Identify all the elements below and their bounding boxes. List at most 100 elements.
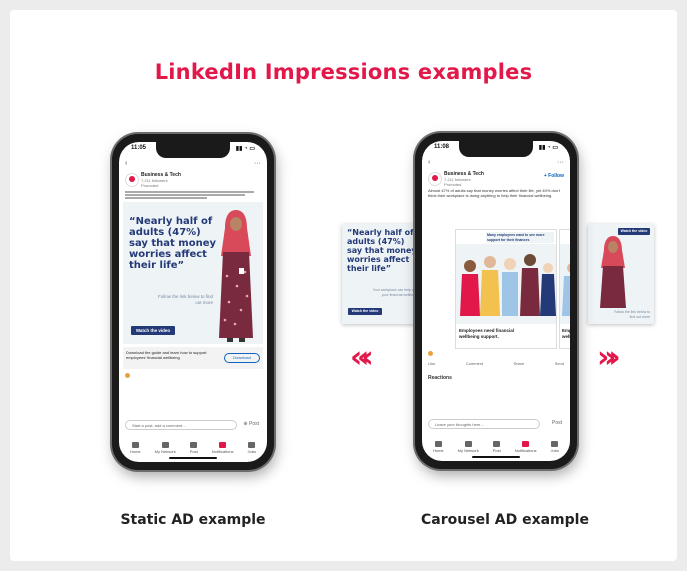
reaction-icon — [125, 373, 130, 378]
bell-icon — [522, 441, 530, 447]
download-button[interactable]: Download — [224, 353, 260, 363]
status-time: 11:08 — [434, 144, 450, 150]
phone-notch — [459, 141, 533, 157]
home-indicator — [472, 456, 520, 458]
post-body-placeholder — [125, 190, 261, 200]
left-card-quote: “Nearly half of adults (47%) say that mo… — [347, 228, 417, 273]
more-options-icon[interactable]: ··· — [557, 159, 564, 166]
nav-notifications-label: Notifications — [211, 449, 234, 454]
post-header: Business & Tech 7,211 followers Promoted… — [428, 171, 564, 187]
briefcase-icon — [551, 441, 559, 447]
chevron-left-glyph: « — [350, 340, 370, 375]
card-banner: Many employees want to see more support … — [486, 232, 554, 243]
home-indicator — [169, 457, 217, 459]
post-send-button[interactable]: Post — [552, 420, 562, 426]
ad-footer[interactable]: Download the guide and learn how to supp… — [123, 347, 263, 369]
nav-post-label: Post — [492, 448, 501, 453]
watch-video-button[interactable]: Watch the video — [131, 326, 175, 335]
right-card-subtitle: Follow the link below to find out more — [613, 310, 650, 319]
nav-post[interactable]: Post — [190, 442, 198, 454]
post-icon — [190, 442, 198, 448]
home-icon — [434, 441, 442, 447]
nav-network[interactable]: My Network — [458, 441, 479, 453]
network-icon — [161, 442, 169, 448]
carousel-card-2[interactable]: Employ- ee wellbe- — [559, 229, 570, 349]
status-time: 11:05 — [131, 145, 147, 151]
chevron-right-glyph-2: › — [608, 340, 621, 375]
nav-network-label: My Network — [154, 449, 176, 454]
follow-button[interactable]: + Follow — [544, 173, 564, 179]
carousel-card-right[interactable]: Watch the video Follow the link below to… — [588, 224, 654, 324]
carousel-card-left[interactable]: “Nearly half of adults (47%) say that mo… — [342, 224, 422, 324]
card-1-caption: Employees need financial wellbeing suppo… — [459, 328, 515, 339]
back-arrow-icon[interactable]: ‹ — [428, 159, 430, 166]
nav-jobs[interactable]: Jobs — [551, 441, 559, 453]
post-top-bar: ‹ ··· — [125, 160, 261, 167]
woman-hijab-illustration-small — [600, 236, 626, 308]
nav-jobs-label: Jobs — [550, 448, 559, 453]
comment-button[interactable]: Comment — [466, 361, 483, 366]
post-actions: Like Comment Share Send — [428, 361, 564, 366]
ad-quote: “Nearly half of adults (47%) say that mo… — [129, 216, 217, 271]
post-send-icon[interactable]: ⊕ Post — [243, 421, 259, 427]
chevron-left-icon[interactable]: «‹ — [350, 340, 375, 375]
nav-network[interactable]: My Network — [155, 442, 176, 454]
static-ad-caption: Static AD example — [120, 512, 266, 528]
like-button[interactable]: Like — [428, 361, 435, 366]
signal-battery-icon: ▮▮ ◔ ▭ — [235, 146, 255, 152]
left-card-subtitle: Your workplace can help with your financ… — [372, 288, 418, 297]
phone-notch — [156, 142, 230, 158]
static-ad-phone: 11:05 ▮▮ ◔ ▭ ‹ ··· Business & Tech 7,211… — [112, 134, 274, 470]
signal-battery-icon: ▮▮ ◔ ▭ — [538, 145, 558, 151]
network-icon — [464, 441, 472, 447]
nav-home-label: Home — [432, 448, 444, 453]
nav-network-label: My Network — [457, 448, 479, 453]
nav-notifications[interactable]: Notifications — [212, 442, 234, 454]
share-button[interactable]: Share — [514, 361, 525, 366]
nav-home[interactable]: Home — [130, 442, 141, 454]
post-icon — [493, 441, 501, 447]
chevron-right-icon[interactable]: »› — [597, 340, 622, 375]
more-options-icon[interactable]: ··· — [254, 160, 261, 167]
chevron-right-glyph: » — [597, 340, 617, 375]
nav-home[interactable]: Home — [433, 441, 444, 453]
carousel-card-1[interactable]: Many employees want to see more support … — [455, 229, 557, 349]
comment-input[interactable]: Start a post, add a comment… — [125, 420, 237, 430]
comment-input[interactable]: Leave your thoughts here… — [428, 419, 540, 429]
briefcase-icon — [248, 442, 256, 448]
reaction-icon — [428, 351, 433, 356]
nav-post[interactable]: Post — [493, 441, 501, 453]
bottom-nav: Home My Network Post Notifications Jobs — [123, 442, 263, 454]
card-2-caption: Employ- ee wellbe- — [562, 328, 570, 339]
phone-screen: 11:08 ▮▮ ◔ ▭ ‹ ··· Business & Tech 7,211… — [422, 141, 570, 461]
nav-jobs[interactable]: Jobs — [248, 442, 256, 454]
reactions-heading: Reactions — [428, 375, 452, 381]
nav-jobs-label: Jobs — [247, 449, 256, 454]
back-arrow-icon[interactable]: ‹ — [125, 160, 127, 167]
nav-notifications-label: Notifications — [514, 448, 537, 453]
company-logo[interactable] — [428, 172, 442, 186]
employee-illustration — [560, 244, 570, 324]
static-ad-creative[interactable]: “Nearly half of adults (47%) say that mo… — [123, 202, 263, 344]
post-body-text: Almost 47% of adults say that money worr… — [428, 188, 561, 198]
post-header: Business & Tech 7,211 followers Promoted — [125, 172, 261, 188]
company-logo[interactable] — [125, 173, 139, 187]
ad-quote-subtitle: Follow the link below to find out more — [157, 294, 213, 305]
bell-icon — [219, 442, 227, 448]
bottom-nav: Home My Network Post Notifications Jobs — [426, 441, 566, 453]
left-card-cta[interactable]: Watch the video — [348, 308, 382, 315]
nav-notifications[interactable]: Notifications — [515, 441, 537, 453]
home-icon — [131, 442, 139, 448]
ad-footer-text: Download the guide and learn how to supp… — [126, 350, 207, 360]
woman-hijab-illustration — [219, 210, 253, 342]
phone-screen: 11:05 ▮▮ ◔ ▭ ‹ ··· Business & Tech 7,211… — [119, 142, 267, 462]
promoted-label: Promoted — [444, 182, 462, 187]
post-top-bar: ‹ ··· — [428, 159, 564, 166]
nav-home-label: Home — [129, 449, 141, 454]
right-card-cta[interactable]: Watch the video — [618, 228, 650, 235]
send-button[interactable]: Send — [555, 361, 564, 366]
employees-group-illustration — [456, 244, 556, 324]
carousel-ad-caption: Carousel AD example — [421, 512, 589, 528]
nav-post-label: Post — [189, 449, 198, 454]
page-title: LinkedIn Impressions examples — [154, 60, 533, 84]
